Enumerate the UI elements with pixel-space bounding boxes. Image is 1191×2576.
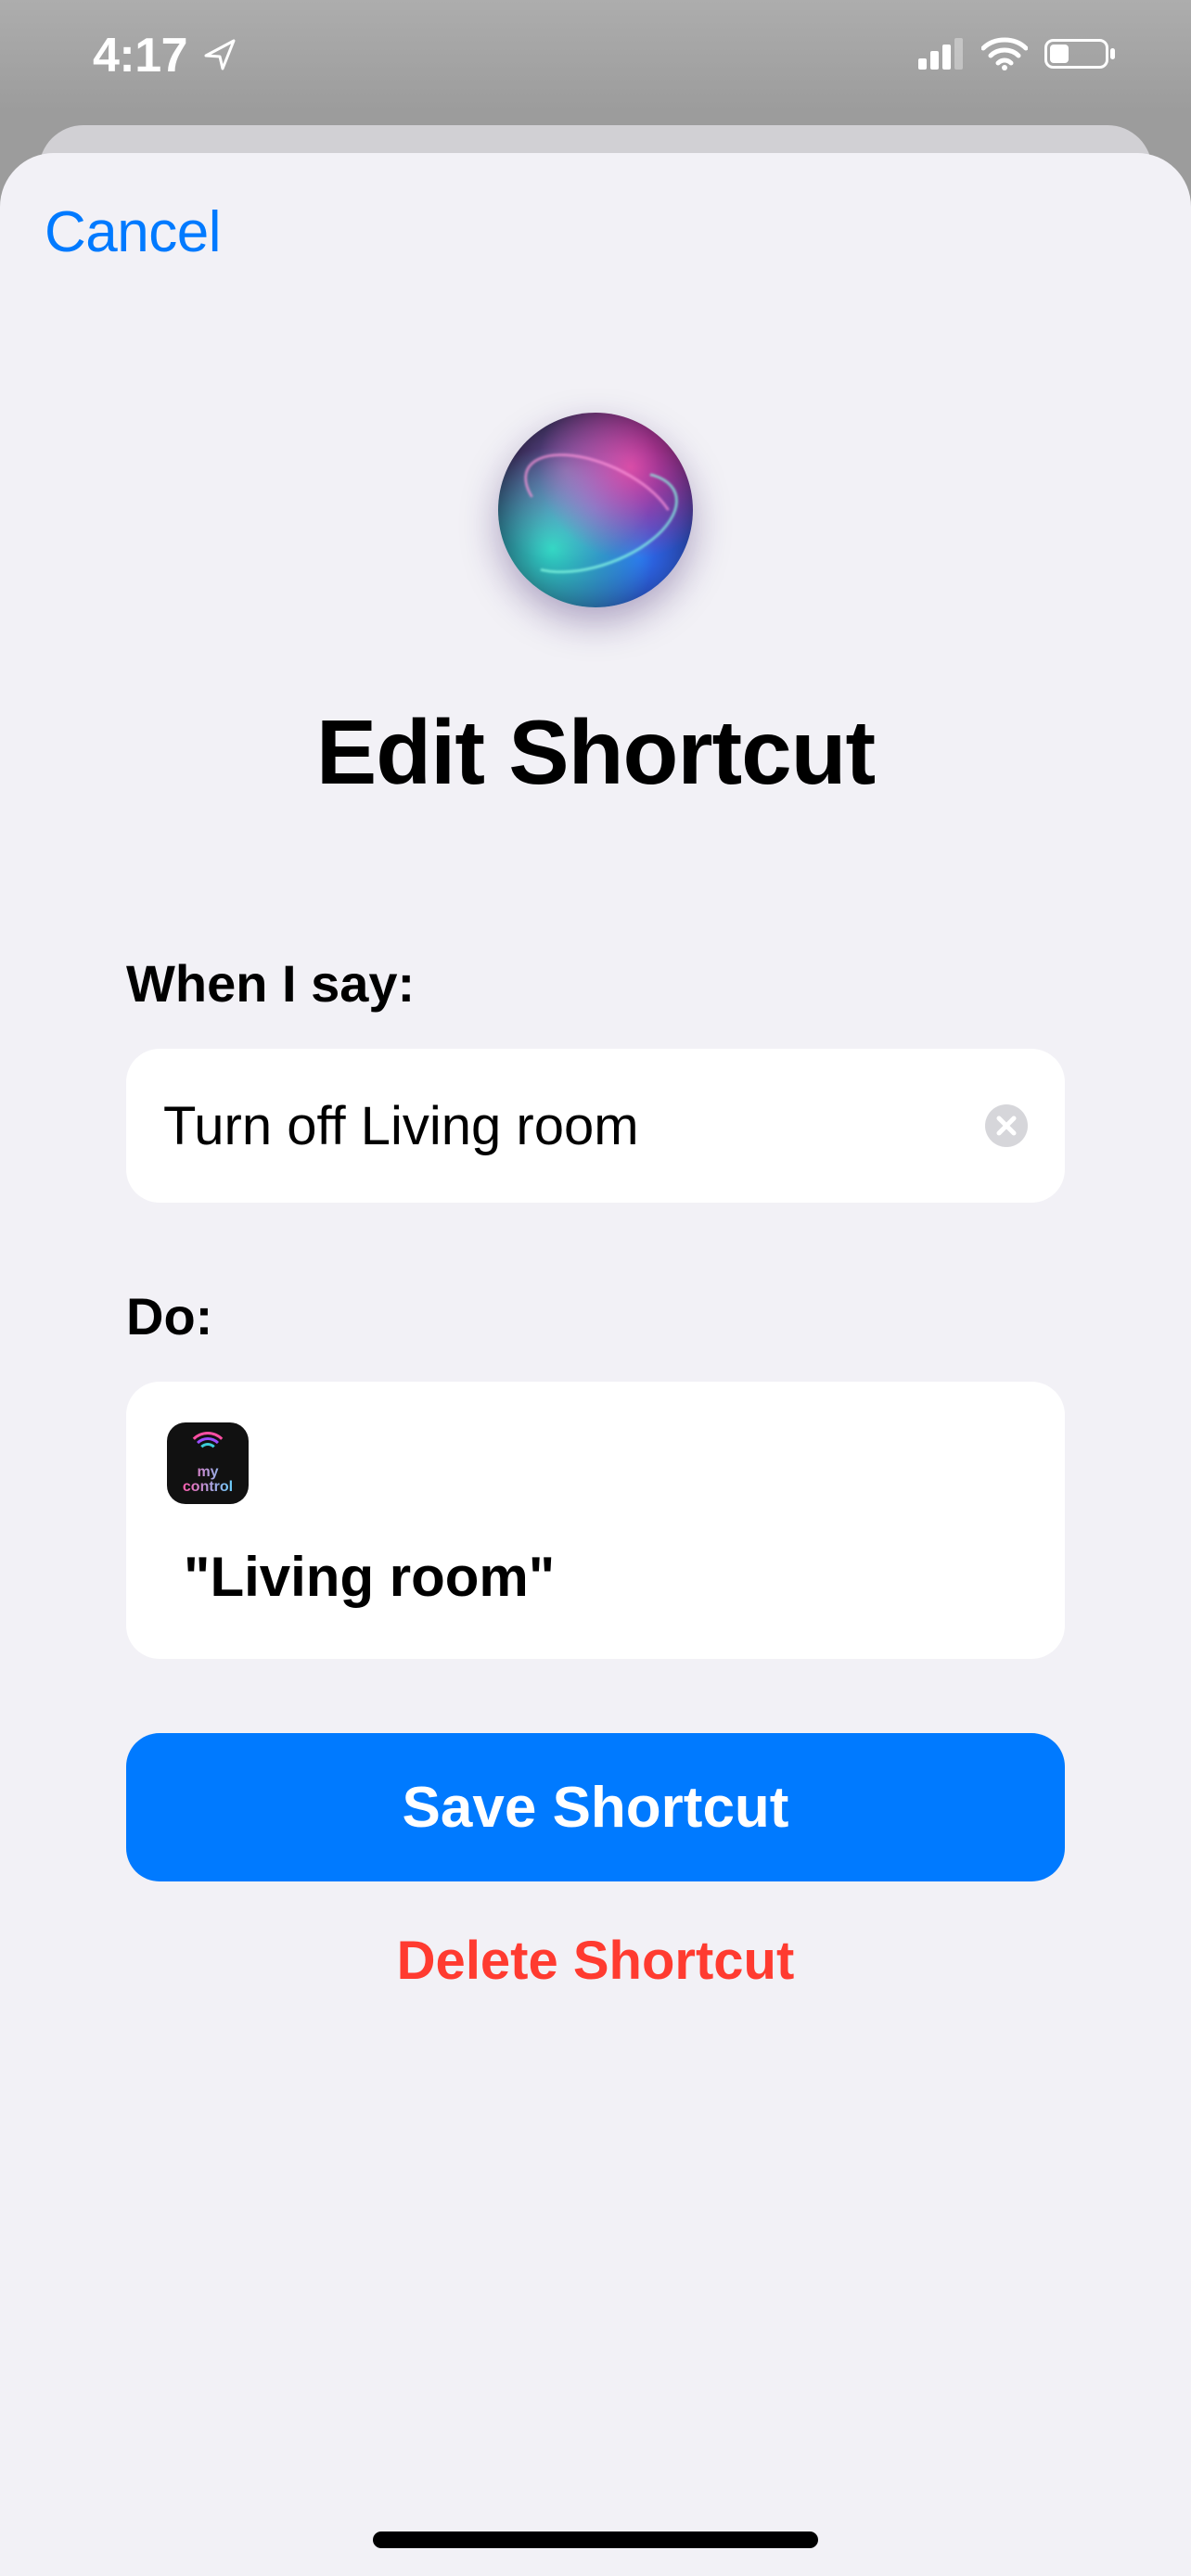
save-shortcut-button[interactable]: Save Shortcut xyxy=(126,1733,1065,1881)
page-title: Edit Shortcut xyxy=(316,700,875,805)
edit-shortcut-sheet: Cancel Edit Shortcut When I say: Turn of… xyxy=(0,153,1191,2576)
action-app-icon: mycontrol xyxy=(167,1422,249,1504)
action-description: "Living room" xyxy=(184,1545,1024,1609)
phrase-input[interactable]: Turn off Living room xyxy=(163,1095,985,1157)
siri-icon xyxy=(498,413,693,607)
status-bar: 4:17 xyxy=(0,0,1191,111)
modal-nav: Cancel xyxy=(45,190,1146,274)
cancel-button[interactable]: Cancel xyxy=(45,199,221,265)
location-arrow-icon xyxy=(202,35,239,77)
delete-shortcut-button[interactable]: Delete Shortcut xyxy=(397,1930,795,1992)
wifi-icon xyxy=(981,37,1028,75)
action-card[interactable]: mycontrol "Living room" xyxy=(126,1382,1065,1659)
cellular-icon xyxy=(918,38,965,74)
action-section-label: Do: xyxy=(126,1286,1065,1346)
home-indicator[interactable] xyxy=(373,2531,818,2548)
battery-icon xyxy=(1044,37,1117,75)
clear-text-button[interactable] xyxy=(985,1104,1028,1147)
phrase-section-label: When I say: xyxy=(126,953,1065,1014)
phrase-field[interactable]: Turn off Living room xyxy=(126,1049,1065,1203)
status-time: 4:17 xyxy=(93,28,187,83)
